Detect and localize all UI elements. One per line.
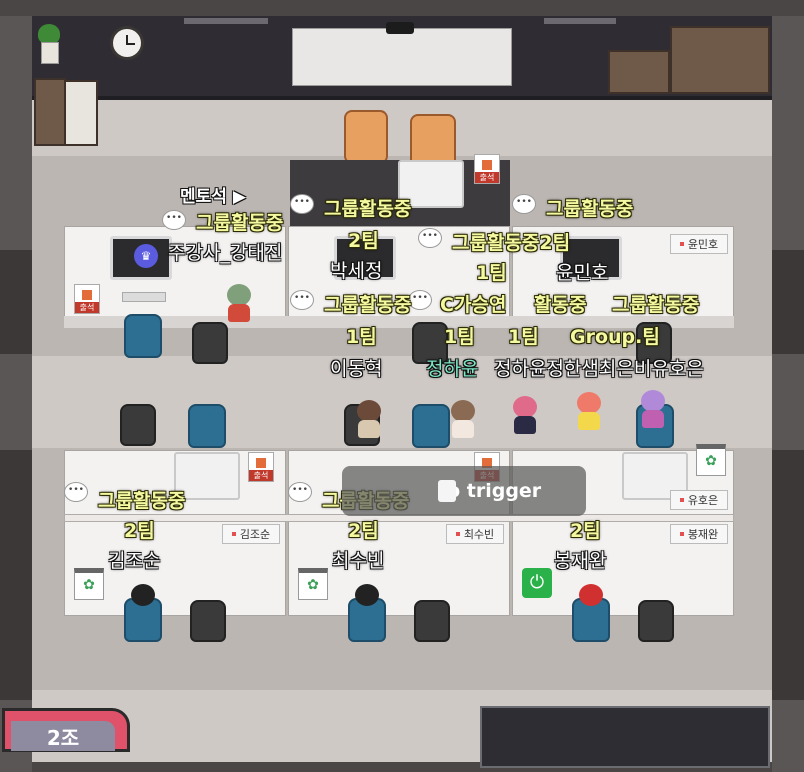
chat-bubble-icon[interactable]: ••• <box>512 194 536 214</box>
player-name: 김조순 <box>108 550 161 572</box>
player-name: 박세정 <box>330 260 383 282</box>
team-badge-label: 2조 <box>11 721 115 751</box>
player-team: 1팀 <box>346 326 377 348</box>
player-status: 활동중 <box>534 294 587 316</box>
top-corridor <box>32 96 772 156</box>
chair[interactable] <box>412 404 450 448</box>
player-name: 주강사_강태진 <box>168 242 283 264</box>
left-pillar <box>0 250 32 354</box>
chair[interactable] <box>414 600 450 642</box>
nameplate: 유호은 <box>670 490 728 510</box>
player-status: 그룹활동중 <box>324 198 412 220</box>
player-status: 그룹활동중 <box>98 490 186 512</box>
player-status: 그룹활동중 <box>612 294 700 316</box>
calendar-icon[interactable]: ✿ <box>74 568 104 600</box>
player-avatar[interactable] <box>354 584 380 624</box>
player-name: 이동혁 <box>330 358 383 380</box>
player-status: Group.팀 <box>570 326 660 348</box>
player-team: 2팀 <box>348 230 379 252</box>
player-avatar[interactable] <box>512 396 538 436</box>
ceiling-light <box>544 18 616 24</box>
chat-bubble-icon[interactable]: ••• <box>290 290 314 310</box>
mentor-chair[interactable] <box>344 110 388 164</box>
player-name: 봉재완 <box>554 550 607 572</box>
player-avatar[interactable] <box>130 584 156 624</box>
player-name: 윤민호 <box>556 262 609 284</box>
chat-bubble-icon[interactable]: ••• <box>290 194 314 214</box>
nameplate: 최수빈 <box>446 524 504 544</box>
left-lower-pillar <box>0 450 32 700</box>
chat-bubble-icon[interactable]: ••• <box>408 290 432 310</box>
player-team: 1팀 <box>476 262 507 284</box>
power-icon[interactable]: ⏻ <box>522 568 552 598</box>
chair[interactable] <box>638 600 674 642</box>
bookshelf <box>608 50 670 94</box>
player-avatar[interactable] <box>356 400 382 440</box>
nameplate: 윤민호 <box>670 234 728 254</box>
right-pillar <box>772 250 804 354</box>
player-avatar[interactable] <box>226 284 252 324</box>
player-status: C가승연 <box>440 294 507 316</box>
wall-clock-icon <box>110 26 144 60</box>
player-avatar[interactable] <box>576 392 602 432</box>
projector <box>386 22 414 34</box>
keyboard <box>122 292 166 302</box>
chair[interactable] <box>120 404 156 446</box>
key-icon <box>438 480 456 502</box>
nameplate: 김조순 <box>222 524 280 544</box>
player-status: 그룹활동중 <box>546 198 634 220</box>
nameplate: 봉재완 <box>670 524 728 544</box>
player-avatar[interactable] <box>578 584 604 624</box>
game-map: 출석 ♛ 출석 윤민호 출석 출석 ✿ 유호은 김조순 최수빈 봉재완 ✿ ✿ … <box>0 0 804 772</box>
team-badge: 2조 <box>2 708 130 752</box>
chat-bubble-icon[interactable]: ••• <box>418 228 442 248</box>
chair[interactable] <box>188 404 226 448</box>
player-status: 그룹활동중2팀 <box>452 232 571 254</box>
player-team: 2팀 <box>124 520 155 542</box>
player-status: 그룹활동중 <box>196 212 284 234</box>
whiteboard[interactable] <box>292 28 512 86</box>
chair[interactable] <box>124 314 162 358</box>
player-team: 1팀 <box>508 326 539 348</box>
attendance-icon[interactable]: 출석 <box>474 154 500 184</box>
bookshelf <box>670 26 770 94</box>
player-name-overlap: 정하윤정한샘최은비유호은 <box>494 358 704 380</box>
crown-icon: ♛ <box>134 244 158 268</box>
attendance-icon[interactable]: 출석 <box>74 284 100 314</box>
player-team: 2팀 <box>570 520 601 542</box>
chat-bubble-icon[interactable]: ••• <box>64 482 88 502</box>
chat-bubble-icon[interactable]: ••• <box>288 482 312 502</box>
ceiling-light <box>184 18 268 24</box>
player-name: 최수빈 <box>332 550 385 572</box>
mentor-seat-label: 멘토석 ▶ <box>180 187 246 207</box>
calendar-icon[interactable]: ✿ <box>696 444 726 476</box>
chair[interactable] <box>192 322 228 364</box>
player-status: 그룹활동중 <box>324 294 412 316</box>
player-team: 1팀 <box>444 326 475 348</box>
plant-icon <box>34 24 64 64</box>
player-avatar[interactable] <box>450 400 476 440</box>
bookshelf <box>34 78 66 146</box>
chat-bubble-icon[interactable]: ••• <box>162 210 186 230</box>
player-name: 정하윤 <box>426 358 479 380</box>
calendar-icon[interactable]: ✿ <box>298 568 328 600</box>
chair[interactable] <box>190 600 226 642</box>
trigger-hint[interactable]: to trigger <box>342 466 586 516</box>
right-lower-pillar <box>772 450 804 700</box>
cabinet <box>64 80 98 146</box>
player-team: 2팀 <box>348 520 379 542</box>
counter <box>480 706 770 768</box>
attendance-icon[interactable]: 출석 <box>248 452 274 482</box>
player-avatar[interactable] <box>640 390 666 430</box>
